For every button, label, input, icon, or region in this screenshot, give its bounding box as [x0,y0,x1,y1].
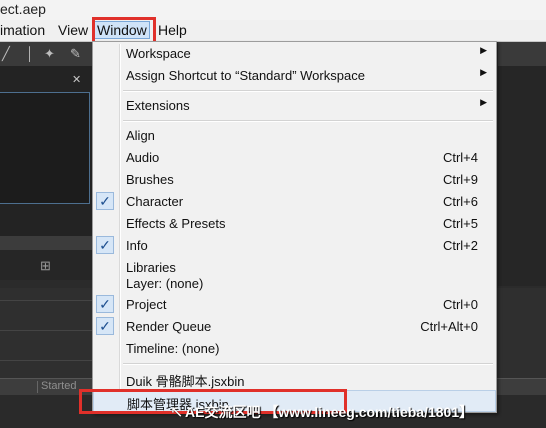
menu-item-label: Workspace [126,46,191,61]
panel-footer-strip [0,236,92,250]
menu-item-shortcut: Ctrl+2 [442,238,478,253]
menu-item-timeline[interactable]: Timeline: (none) [93,338,496,360]
menu-item-shortcut: Ctrl+6 [442,194,478,209]
menu-item-effects-presets[interactable]: Effects & Presets Ctrl+5 [93,213,496,235]
window-title: ect.aep [0,1,46,17]
menu-item-extensions[interactable]: Extensions ▶ [93,95,496,117]
watermark: AE交流区吧 【www.lineeg.com/tieba/1801】 [185,404,474,420]
menu-divider [123,120,493,122]
submenu-arrow-icon: ▶ [480,45,487,55]
menu-item-label: Assign Shortcut to “Standard” Workspace [126,68,365,83]
menu-item-shortcut: Ctrl+0 [442,297,478,312]
menu-item-render-queue[interactable]: ✓ Render Queue Ctrl+Alt+0 [93,316,496,338]
menu-item-label: Extensions [126,98,190,113]
menu-item-label: Character [126,194,184,209]
toolbar-right [498,42,546,67]
menu-item-shortcut: Ctrl+4 [442,150,478,165]
tools-toolbar: ╱ │ ✦ ✎ [0,42,92,67]
menu-window[interactable]: Window [94,21,150,39]
menu-item-audio[interactable]: Audio Ctrl+4 [93,147,496,169]
menu-view[interactable]: View [58,22,88,38]
menu-item-assign-shortcut[interactable]: Assign Shortcut to “Standard” Workspace … [93,65,496,87]
menu-bar: imation View Window Help [0,20,546,42]
menu-animation[interactable]: imation [0,22,45,38]
menu-item-label: Info [126,238,148,253]
checkmark-icon: ✓ [96,236,114,254]
menu-item-character[interactable]: ✓ Character Ctrl+6 [93,191,496,213]
side-panel-right [498,66,546,286]
menu-item-duik-script[interactable]: Duik 骨骼脚本.jsxbin [93,368,496,390]
menu-item-label: Effects & Presets [126,216,226,231]
menu-item-layer[interactable]: Layer: (none) [93,273,496,295]
composition-viewer[interactable] [0,92,90,204]
menu-item-label: Brushes [126,172,174,187]
puppet-tool-icon[interactable]: ✦ [44,46,55,62]
flowchart-icon[interactable]: ⊞ [40,258,51,274]
menu-item-label: Duik 骨骼脚本.jsxbin [126,374,245,389]
menu-item-workspace[interactable]: Workspace ▶ [93,43,496,65]
menu-item-label: Project [126,297,167,312]
menu-item-brushes[interactable]: Brushes Ctrl+9 [93,169,496,191]
close-tab-icon[interactable]: ✕ [72,73,81,86]
column-separator [37,381,38,393]
title-bar: ect.aep [0,0,546,21]
menu-item-label: Render Queue [126,319,212,334]
timeline-divider [0,300,92,301]
menu-item-label: Timeline: (none) [126,341,220,356]
pen-tool-icon[interactable]: ╱ [2,46,10,62]
submenu-arrow-icon: ▶ [480,97,487,107]
timeline-divider [0,330,92,331]
menu-help[interactable]: Help [158,22,187,38]
mouse-cursor-icon: ↖ [170,404,184,421]
timeline-divider [0,360,92,361]
pin-tool-icon[interactable]: ✎ [70,46,81,62]
menu-divider [123,90,493,92]
submenu-arrow-icon: ▶ [480,67,487,77]
menu-item-shortcut: Ctrl+Alt+0 [420,319,478,334]
window-menu-dropdown: Workspace ▶ Assign Shortcut to “Standard… [92,41,497,413]
menu-item-shortcut: Ctrl+5 [442,216,478,231]
checkmark-icon: ✓ [96,192,114,210]
checkmark-icon: ✓ [96,317,114,335]
menu-item-align[interactable]: Align [93,125,496,147]
column-started[interactable]: Started [41,380,76,392]
menu-divider [123,363,493,365]
menu-item-label: Align [126,128,155,143]
menu-item-label: Layer: (none) [126,276,204,291]
menu-item-shortcut: Ctrl+9 [442,172,478,187]
checkmark-icon: ✓ [96,295,114,313]
separator-icon: │ [26,46,35,61]
menu-item-info[interactable]: ✓ Info Ctrl+2 [93,235,496,257]
menu-item-project[interactable]: ✓ Project Ctrl+0 [93,294,496,316]
menu-item-label: Audio [126,150,160,165]
